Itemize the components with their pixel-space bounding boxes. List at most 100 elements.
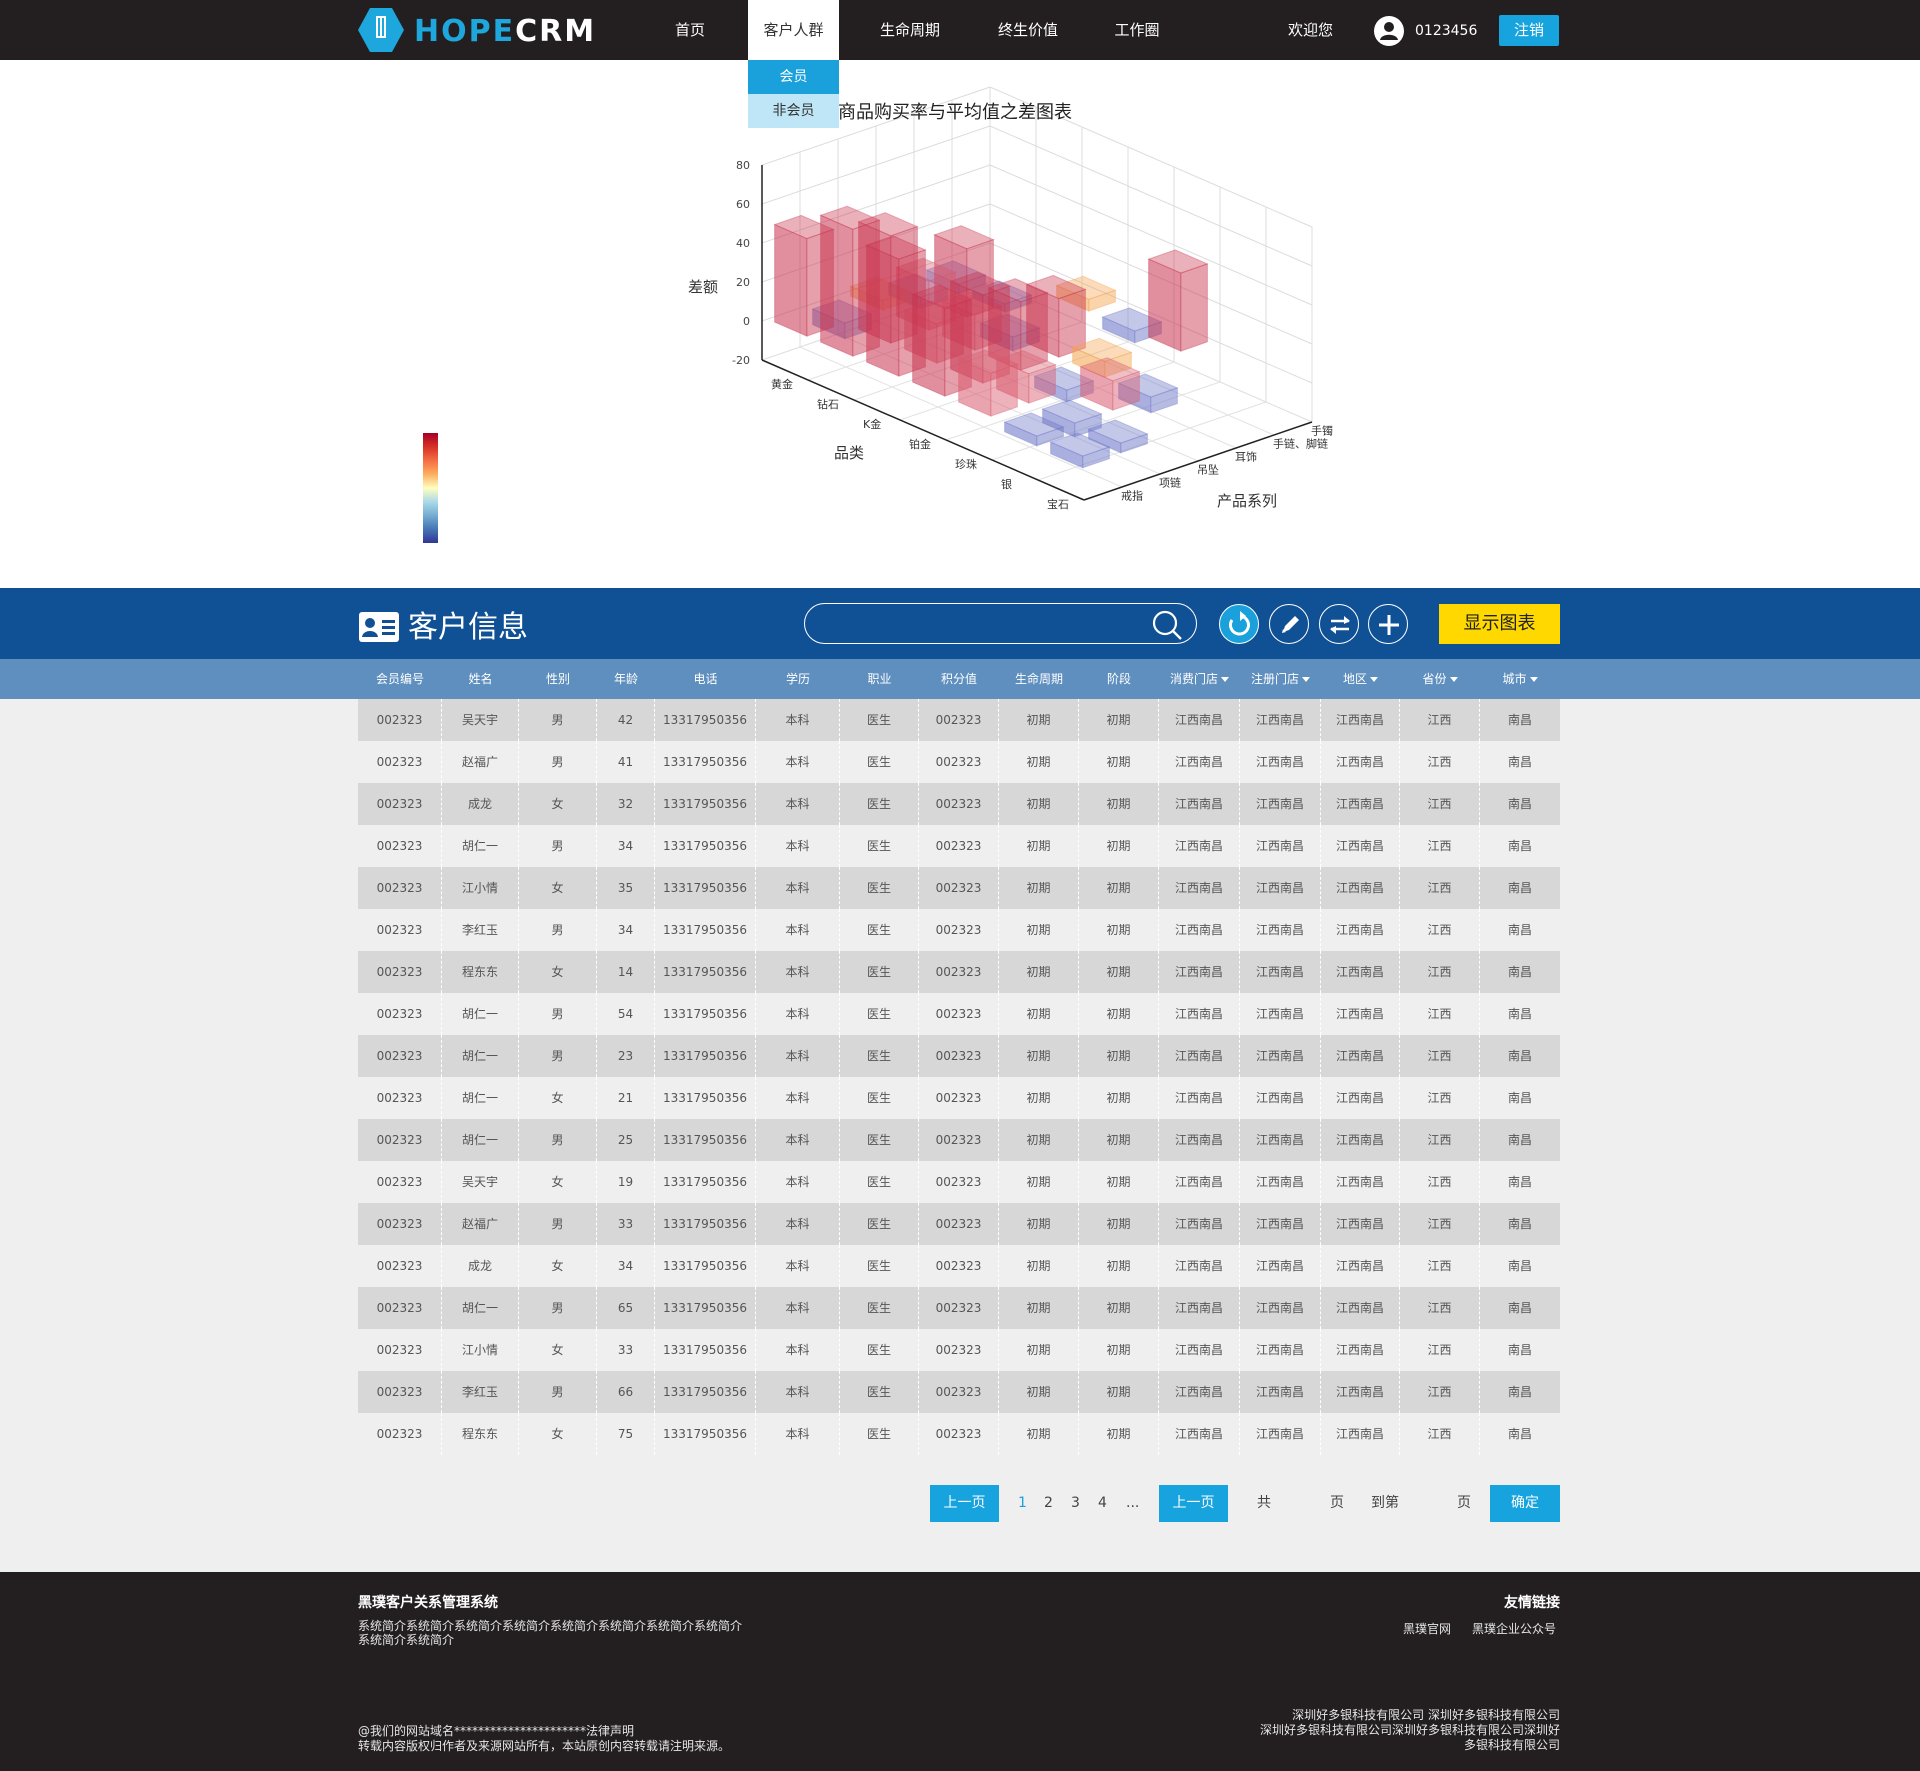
search-icon[interactable] — [1151, 609, 1183, 641]
table-row[interactable]: 002323 成龙女 34 13317950356 本科 医生 002323 初期 初期 江西南昌… — [358, 1245, 1560, 1287]
caret-down-icon — [1302, 677, 1310, 682]
table-cell: 13317950356 — [655, 1119, 756, 1161]
refresh-button[interactable] — [1219, 604, 1259, 644]
table-row[interactable]: 002323 胡仁一女 21 13317950356 本科 医生 002323 初期 初期 江西南… — [358, 1077, 1560, 1119]
chart-section: 80 60 40 20 0 -20 差额 黄金 钻石 K金 铂金 珍珠银宝石 品类 手镯 手链、脚链 耳饰 吊坠… — [0, 60, 1920, 588]
x-tick-label: 珍珠 — [955, 457, 977, 471]
logo[interactable]: HOPECRM — [358, 8, 598, 52]
table-row[interactable]: 002323 李红玉男 34 13317950356 本科 医生 002323 初期 初期 江西南… — [358, 909, 1560, 951]
add-button[interactable] — [1368, 604, 1408, 644]
nav-home[interactable]: 首页 — [664, 0, 716, 60]
avatar[interactable] — [1374, 16, 1404, 46]
table-row[interactable]: 002323 程东东女 75 13317950356 本科 医生 002323 初期 初期 江西南… — [358, 1413, 1560, 1455]
table-cell: 江西南昌 — [1321, 1203, 1400, 1245]
table-cell: 江西 — [1400, 1245, 1480, 1287]
column-header[interactable]: 地区 — [1321, 659, 1400, 699]
table-cell: 男 — [519, 1035, 597, 1077]
y-tick-label: 吊坠 — [1197, 464, 1219, 477]
table-cell: 江西南昌 — [1240, 867, 1321, 909]
table-cell: 江西南昌 — [1240, 699, 1321, 741]
nav-lifetime-value[interactable]: 终生价值 — [990, 0, 1066, 60]
table-row[interactable]: 002323 吴天宇男 42 13317950356 本科 医生 002323 初期 初期 江西南… — [358, 699, 1560, 741]
column-header[interactable]: 省份 — [1400, 659, 1480, 699]
table-cell: 江西南昌 — [1321, 1287, 1400, 1329]
table-row[interactable]: 002323 赵福广男 33 13317950356 本科 医生 002323 初期 初期 江西南… — [358, 1203, 1560, 1245]
page-1[interactable]: 1 — [1018, 1485, 1027, 1522]
table-cell: 13317950356 — [655, 1077, 756, 1119]
table-cell: 初期 — [1079, 1161, 1159, 1203]
table-cell: 34 — [597, 825, 655, 867]
table-cell: 13317950356 — [655, 1329, 756, 1371]
confirm-button[interactable]: 确定 — [1490, 1485, 1560, 1522]
table-cell: 程东东 — [442, 1413, 519, 1455]
table-cell: 54 — [597, 993, 655, 1035]
column-header[interactable]: 消费门店 — [1159, 659, 1240, 699]
nav-work-circle[interactable]: 工作圈 — [1108, 0, 1166, 60]
caret-down-icon — [1529, 677, 1538, 682]
show-chart-button[interactable]: 显示图表 — [1439, 604, 1560, 644]
table-cell: 南昌 — [1507, 1091, 1532, 1105]
prev-page-button[interactable]: 上一页 — [930, 1485, 999, 1522]
x-tick-label: K金 — [863, 417, 881, 431]
footer-link-official-site[interactable]: 黑璞官网 — [1403, 1620, 1451, 1637]
table-cell: 002323 — [919, 1287, 999, 1329]
table-cell: 本科 — [756, 1371, 840, 1413]
table-cell: 初期 — [999, 993, 1079, 1035]
table-cell: 初期 — [999, 825, 1079, 867]
table-cell: 42 — [597, 699, 655, 741]
table-cell: 江西南昌 — [1321, 993, 1400, 1035]
table-cell: 初期 — [999, 1119, 1079, 1161]
x-tick-label: 黄金 — [771, 377, 793, 391]
table-row[interactable]: 002323 胡仁一男 34 13317950356 本科 医生 002323 初期 初期 江西南… — [358, 825, 1560, 867]
table-cell: 医生 — [840, 1035, 919, 1077]
customer-info-title: 客户信息 — [408, 610, 528, 645]
table-row[interactable]: 002323 江小情女 35 13317950356 本科 医生 002323 初期 初期 江西南… — [358, 867, 1560, 909]
table-cell: 初期 — [999, 1287, 1079, 1329]
chart-bar — [957, 349, 1019, 417]
column-header[interactable]: 城市 — [1480, 659, 1560, 699]
table-row[interactable]: 002323 胡仁一男 54 13317950356 本科 医生 002323 初期 初期 江西南… — [358, 993, 1560, 1035]
table-row[interactable]: 002323 赵福广男 41 13317950356 本科 医生 002323 初期 初期 江西南… — [358, 741, 1560, 783]
table-row[interactable]: 002323 江小情女 33 13317950356 本科 医生 002323 初期 初期 江西南… — [358, 1329, 1560, 1371]
page-4[interactable]: 4 — [1098, 1485, 1107, 1522]
table-cell: 002323 — [919, 1329, 999, 1371]
table-cell: 女 — [519, 783, 597, 825]
y-axis-label: 产品系列 — [1217, 492, 1277, 510]
table-cell: 初期 — [999, 1161, 1079, 1203]
table-row[interactable]: 002323 成龙女 32 13317950356 本科 医生 002323 初期 初期 江西南昌… — [358, 783, 1560, 825]
prev-page-button-2[interactable]: 上一页 — [1159, 1485, 1228, 1522]
table-row[interactable]: 002323 吴天宇女 19 13317950356 本科 医生 002323 初期 初期 江西南… — [358, 1161, 1560, 1203]
page-2[interactable]: 2 — [1044, 1485, 1053, 1522]
z-tick-label: 20 — [736, 276, 750, 289]
page-3[interactable]: 3 — [1071, 1485, 1080, 1522]
table-cell: 33 — [597, 1203, 655, 1245]
friend-links-title: 友情链接 — [1504, 1595, 1560, 1611]
search-input[interactable] — [825, 610, 1145, 638]
dropdown-item-member[interactable]: 会员 — [748, 60, 839, 94]
table-cell: 江小情 — [442, 1329, 519, 1371]
table-row[interactable]: 002323 胡仁一男 65 13317950356 本科 医生 002323 初期 初期 江西南… — [358, 1287, 1560, 1329]
footer-company: 深圳好多银科技有限公司 深圳好多银科技有限公司 深圳好多银科技有限公司深圳好多银… — [1240, 1708, 1560, 1753]
table-cell: 江西南昌 — [1159, 1119, 1240, 1161]
table-row[interactable]: 002323 李红玉男 66 13317950356 本科 医生 002323 初期 初期 江西南… — [358, 1371, 1560, 1413]
swap-button[interactable] — [1319, 604, 1359, 644]
logout-button[interactable]: 注销 — [1499, 15, 1559, 46]
column-header[interactable]: 注册门店 — [1240, 659, 1321, 699]
footer-title: 黑璞客户关系管理系统 — [358, 1595, 498, 1611]
table-cell: 13317950356 — [655, 951, 756, 993]
z-tick-label: 80 — [736, 159, 750, 172]
table-row[interactable]: 002323 胡仁一男 23 13317950356 本科 医生 002323 初期 初期 江西南… — [358, 1035, 1560, 1077]
table-row[interactable]: 002323 胡仁一男 25 13317950356 本科 医生 002323 初期 初期 江西南… — [358, 1119, 1560, 1161]
contact-card-icon — [359, 612, 399, 642]
dropdown-item-non-member[interactable]: 非会员 — [748, 94, 839, 128]
table-cell: 女 — [519, 1161, 597, 1203]
table-cell: 胡仁一 — [442, 1287, 519, 1329]
edit-button[interactable] — [1269, 604, 1309, 644]
footer-link-wechat[interactable]: 黑璞企业公众号 — [1472, 1620, 1556, 1637]
table-cell: 南昌 — [1507, 797, 1532, 811]
table-row[interactable]: 002323 程东东女 14 13317950356 本科 医生 002323 初期 初期 江西南… — [358, 951, 1560, 993]
table-cell: 南昌 — [1507, 1259, 1532, 1273]
nav-customer-group[interactable]: 客户人群 — [748, 0, 839, 60]
nav-lifecycle[interactable]: 生命周期 — [872, 0, 948, 60]
table-cell: 初期 — [1079, 783, 1159, 825]
